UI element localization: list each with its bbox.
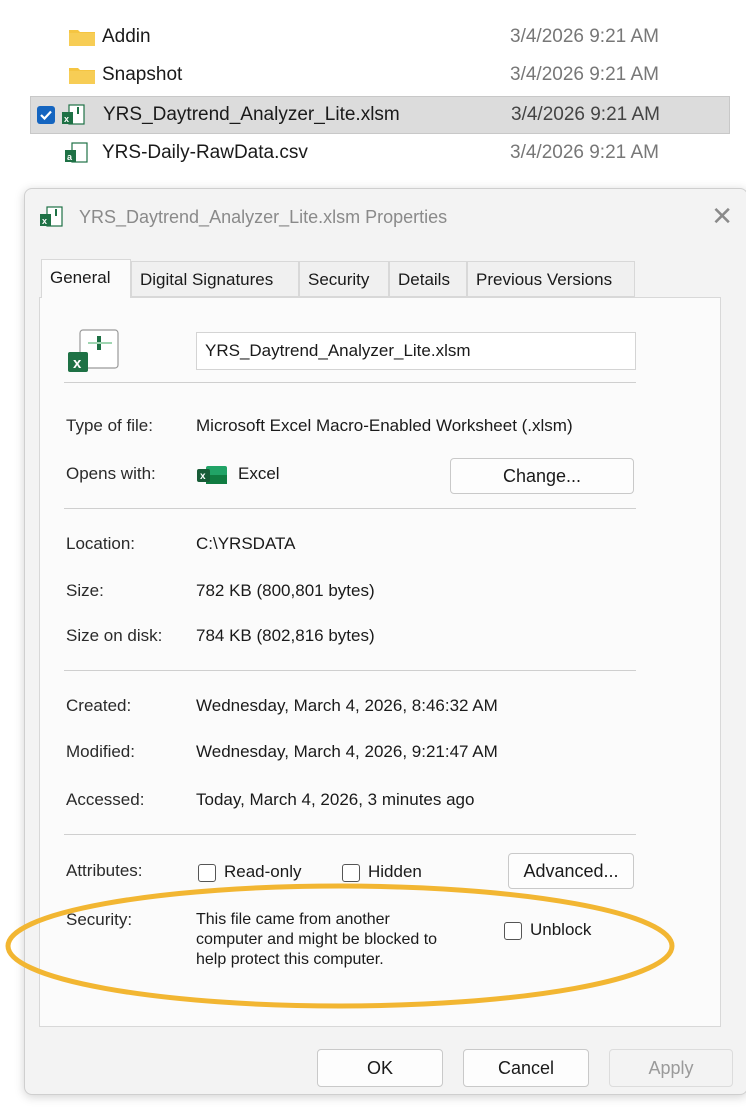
excel-csv-icon: a — [65, 142, 88, 163]
accessed-label: Accessed: — [66, 790, 145, 809]
file-row-snapshot[interactable]: Snapshot 3/4/2026 9:21 AM — [30, 58, 730, 92]
tab-general[interactable]: General — [41, 259, 131, 298]
security-label: Security: — [66, 910, 133, 929]
divider — [64, 508, 636, 509]
file-name: YRS_Daytrend_Analyzer_Lite.xlsm — [103, 104, 400, 125]
file-row-addin[interactable]: Addin 3/4/2026 9:21 AM — [30, 20, 730, 54]
modified-label: Modified: — [66, 742, 135, 761]
file-date: 3/4/2026 9:21 AM — [510, 64, 659, 85]
unblock-checkbox[interactable] — [504, 922, 522, 940]
close-icon[interactable]: ✕ — [711, 201, 733, 232]
excel-macro-icon: x — [62, 104, 85, 125]
advanced-button[interactable]: Advanced... — [508, 853, 634, 889]
location-label: Location: — [66, 534, 135, 553]
file-name: Addin — [102, 26, 151, 47]
cancel-button[interactable]: Cancel — [463, 1049, 589, 1087]
filename-input[interactable]: YRS_Daytrend_Analyzer_Lite.xlsm — [196, 332, 636, 370]
file-date: 3/4/2026 9:21 AM — [510, 26, 659, 47]
svg-text:x: x — [42, 216, 47, 226]
tab-details[interactable]: Details — [389, 261, 467, 297]
dialog-title: YRS_Daytrend_Analyzer_Lite.xlsm Properti… — [79, 207, 448, 227]
security-message-line: computer and might be blocked to — [196, 931, 438, 948]
change-button[interactable]: Change... — [450, 458, 634, 494]
divider — [64, 382, 636, 383]
excel-macro-icon: x — [68, 329, 119, 372]
readonly-checkbox[interactable] — [198, 864, 216, 882]
disk-size-value: 784 KB (802,816 bytes) — [196, 626, 375, 645]
type-label: Type of file: — [66, 416, 153, 435]
divider — [64, 670, 636, 671]
security-message-line: help protect this computer. — [196, 951, 384, 968]
divider — [64, 834, 636, 835]
tab-digital-signatures[interactable]: Digital Signatures — [131, 261, 299, 297]
selected-checkbox[interactable] — [37, 106, 55, 124]
attributes-label: Attributes: — [66, 861, 143, 880]
security-message-line: This file came from another — [196, 911, 390, 928]
tab-security[interactable]: Security — [299, 261, 389, 297]
location-value: C:\YRSDATA — [196, 534, 296, 553]
checkmark-icon — [40, 110, 52, 121]
disk-size-label: Size on disk: — [66, 626, 163, 645]
security-message: This file came from another computer and… — [196, 910, 437, 970]
file-row-rawdata[interactable]: a YRS-Daily-RawData.csv 3/4/2026 9:21 AM — [30, 136, 730, 170]
created-label: Created: — [66, 696, 132, 715]
ok-button[interactable]: OK — [317, 1049, 443, 1087]
file-row-analyzer[interactable]: x YRS_Daytrend_Analyzer_Lite.xlsm 3/4/20… — [30, 96, 730, 134]
svg-text:x: x — [200, 471, 206, 482]
modified-value: Wednesday, March 4, 2026, 9:21:47 AM — [196, 742, 498, 761]
opens-value: Excel — [238, 464, 280, 483]
unblock-label: Unblock — [530, 920, 592, 939]
file-name: Snapshot — [102, 64, 183, 85]
general-panel: x YRS_Daytrend_Analyzer_Lite.xlsm Type o… — [39, 297, 721, 1027]
created-value: Wednesday, March 4, 2026, 8:46:32 AM — [196, 696, 498, 715]
size-label: Size: — [66, 581, 104, 600]
properties-dialog: x YRS_Daytrend_Analyzer_Lite.xlsm Proper… — [24, 188, 746, 1095]
excel-app-icon: x — [197, 466, 227, 484]
folder-icon — [69, 30, 95, 46]
folder-icon — [69, 68, 95, 84]
readonly-label: Read-only — [224, 862, 302, 881]
svg-text:x: x — [73, 355, 82, 372]
tab-previous-versions[interactable]: Previous Versions — [467, 261, 635, 297]
file-date: 3/4/2026 9:21 AM — [511, 104, 660, 125]
excel-macro-icon: x — [40, 206, 63, 227]
size-value: 782 KB (800,801 bytes) — [196, 581, 375, 600]
opens-label: Opens with: — [66, 464, 156, 483]
hidden-checkbox[interactable] — [342, 864, 360, 882]
file-name: YRS-Daily-RawData.csv — [102, 142, 308, 163]
dialog-titlebar[interactable]: x YRS_Daytrend_Analyzer_Lite.xlsm Proper… — [25, 189, 746, 247]
accessed-value: Today, March 4, 2026, 3 minutes ago — [196, 790, 475, 809]
hidden-label: Hidden — [368, 862, 422, 881]
file-date: 3/4/2026 9:21 AM — [510, 142, 659, 163]
apply-button[interactable]: Apply — [609, 1049, 733, 1087]
svg-text:x: x — [64, 114, 69, 124]
type-value: Microsoft Excel Macro-Enabled Worksheet … — [196, 416, 573, 435]
